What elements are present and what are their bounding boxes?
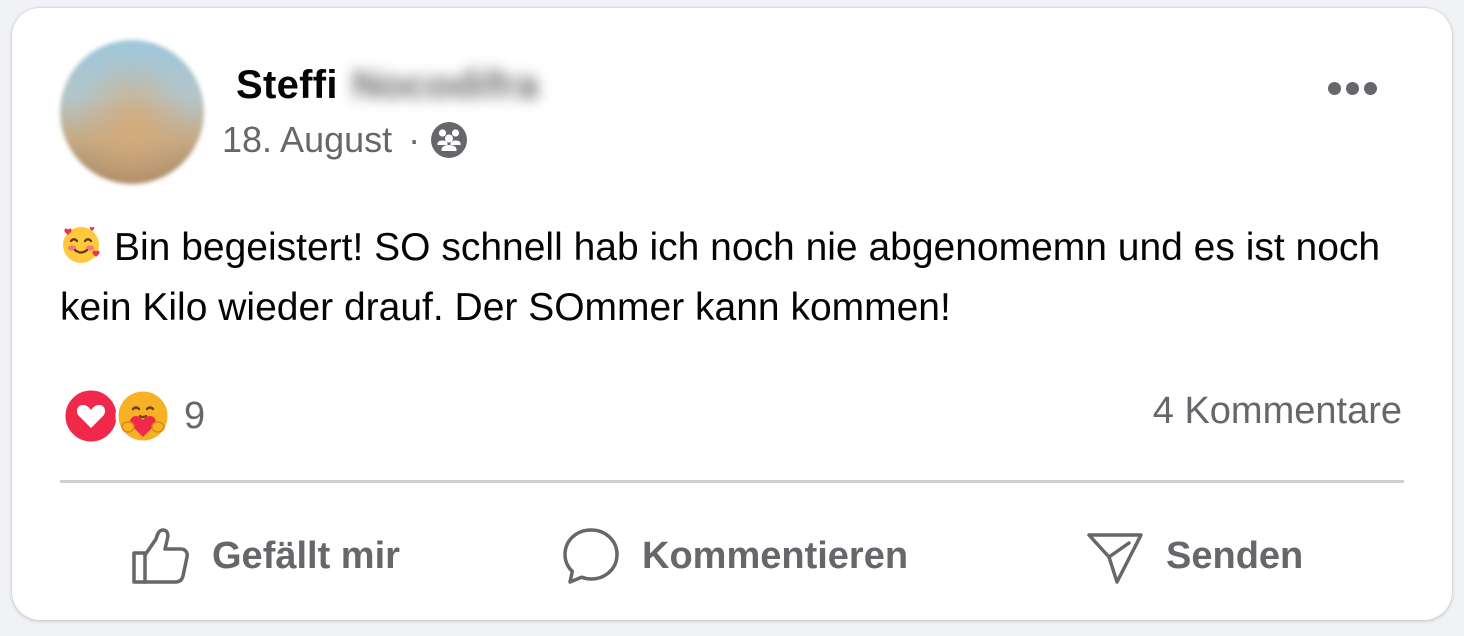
comment-label: Kommentieren <box>642 534 909 577</box>
reactions-summary[interactable]: 9 <box>62 384 205 448</box>
more-dot <box>1345 81 1359 95</box>
post-author[interactable]: Steffi Nocodifra <box>236 60 539 110</box>
more-dot <box>1363 81 1377 95</box>
speech-bubble-icon <box>563 528 619 584</box>
reaction-count[interactable]: 9 <box>184 395 205 438</box>
meta-separator: · <box>408 119 421 160</box>
like-label: Gefällt mir <box>212 534 400 577</box>
thumbs-up-icon <box>132 528 189 584</box>
post-body: Bin begeistert! SO schnell hab ich noch … <box>60 218 1420 338</box>
post-meta: 18. August · <box>222 118 468 162</box>
post-card: Steffi Nocodifra 18. August · Bin begeis… <box>12 8 1452 620</box>
smiling-face-with-hearts-icon <box>60 224 102 266</box>
send-icon <box>1087 533 1143 584</box>
comments-count-link[interactable]: 4 Kommentare <box>1153 390 1402 433</box>
like-button[interactable]: Gefällt mir <box>130 516 400 596</box>
care-reaction-icon <box>115 388 171 444</box>
author-name[interactable]: Steffi <box>236 63 338 108</box>
post-timestamp[interactable]: 18. August <box>222 119 392 161</box>
send-label: Senden <box>1166 534 1304 577</box>
more-options-icon[interactable] <box>1308 68 1396 108</box>
love-reaction-icon <box>62 387 120 445</box>
post-text: Bin begeistert! SO schnell hab ich noch … <box>60 226 1381 329</box>
author-surname-blurred: Nocodifra <box>351 62 539 107</box>
comment-button[interactable]: Kommentieren <box>560 516 908 596</box>
friends-icon[interactable] <box>430 121 468 159</box>
more-dot <box>1327 81 1341 95</box>
avatar[interactable] <box>60 40 204 184</box>
divider <box>60 480 1404 483</box>
send-button[interactable]: Senden <box>1084 516 1303 596</box>
